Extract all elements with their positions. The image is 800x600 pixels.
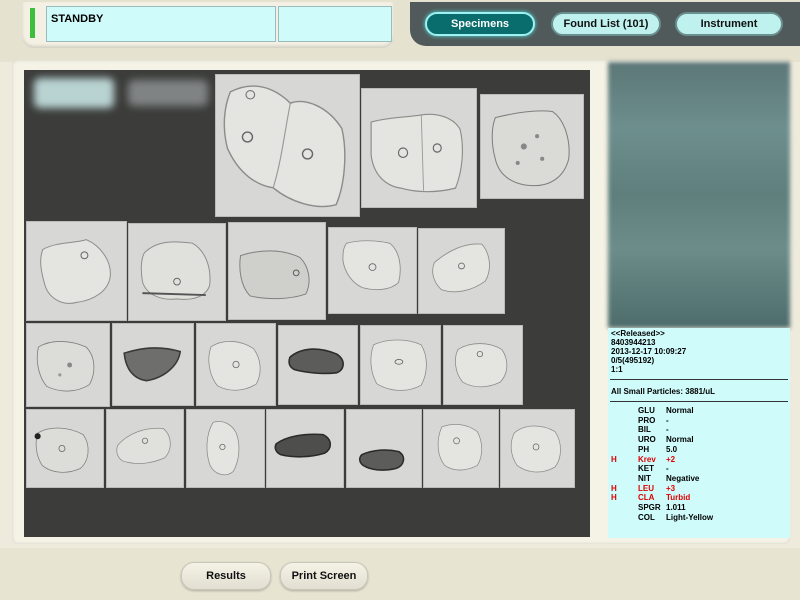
row-test-value: 1.011	[666, 503, 686, 512]
urinalysis-row: PRO -	[608, 416, 790, 426]
particle-image[interactable]	[186, 409, 265, 488]
particle-image[interactable]	[215, 74, 360, 217]
row-test-name: Krev	[638, 454, 656, 464]
urinalysis-row: BIL -	[608, 425, 790, 435]
tab-instrument[interactable]: Instrument	[675, 12, 783, 36]
row-test-value: +2	[666, 454, 676, 464]
row-flag: H	[611, 493, 617, 503]
specimen-ratio: 1:1	[611, 365, 623, 374]
status-text: STANDBY	[46, 6, 276, 42]
row-test-value: Turbid	[666, 493, 691, 503]
particle-image[interactable]	[360, 325, 441, 405]
particle-image[interactable]	[26, 323, 110, 407]
urinalysis-row: H CLA Turbid	[608, 493, 790, 503]
urinalysis-row: H LEU +3	[608, 484, 790, 494]
urinalysis-row: GLU Normal	[608, 406, 790, 416]
row-test-name: PRO	[638, 415, 656, 425]
urinalysis-row: KET -	[608, 464, 790, 474]
row-test-name: BIL	[638, 425, 651, 435]
row-test-value: Normal	[666, 406, 694, 415]
row-test-value: 5.0	[666, 444, 678, 454]
status-secondary-box	[278, 6, 392, 42]
blurred-label	[34, 78, 114, 108]
specimen-info-panel: <<Released>> 8403944213 2013-12-17 10:09…	[608, 328, 790, 538]
specimen-preview-image	[608, 62, 790, 328]
particle-image[interactable]	[196, 323, 276, 406]
particle-image[interactable]	[423, 409, 499, 488]
urinalysis-row: SPGR 1.011	[608, 503, 790, 513]
tab-specimens[interactable]: Specimens	[425, 12, 535, 36]
row-test-name: URO	[638, 435, 656, 445]
release-status: <<Released>>	[611, 329, 665, 338]
print-screen-button[interactable]: Print Screen	[280, 562, 368, 590]
row-test-value: Normal	[666, 435, 694, 445]
row-test-name: COL	[638, 512, 655, 522]
particle-image[interactable]	[346, 409, 422, 488]
divider	[610, 401, 788, 402]
row-test-value: -	[666, 464, 669, 474]
particle-image[interactable]	[328, 227, 417, 314]
status-indicator	[30, 8, 35, 38]
row-test-name: PH	[638, 444, 650, 454]
divider	[610, 379, 788, 380]
particle-image[interactable]	[418, 228, 505, 314]
bottom-bar	[0, 548, 800, 600]
urinalysis-row: URO Normal	[608, 435, 790, 445]
particle-image[interactable]	[106, 409, 184, 488]
particle-image[interactable]	[278, 325, 358, 405]
row-test-value: Negative	[666, 473, 700, 483]
row-flag: H	[611, 483, 617, 493]
particle-image[interactable]	[128, 223, 226, 321]
row-flag: H	[611, 454, 617, 464]
particle-image[interactable]	[26, 221, 127, 321]
row-test-value: -	[666, 425, 669, 435]
particle-image[interactable]	[480, 94, 584, 199]
top-bar: STANDBY Specimens Found List (101) Instr…	[0, 0, 800, 62]
particle-image[interactable]	[443, 325, 523, 405]
row-test-name: KET	[638, 464, 654, 474]
particle-image[interactable]	[500, 409, 575, 488]
particle-image[interactable]	[266, 409, 344, 488]
specimen-datetime: 2013-12-17 10:09:27	[611, 347, 687, 356]
particle-count: All Small Particles: 3881/uL	[611, 387, 716, 396]
urinalysis-row: NIT Negative	[608, 474, 790, 484]
row-test-name: NIT	[638, 473, 651, 483]
row-test-value: +3	[666, 483, 676, 493]
particle-image[interactable]	[228, 222, 326, 320]
particle-image[interactable]	[361, 88, 477, 208]
urinalysis-row: PH 5.0	[608, 445, 790, 455]
row-test-name: GLU	[638, 406, 655, 415]
urinalysis-row: COL Light-Yellow	[608, 513, 790, 523]
urinalysis-row: H Krev +2	[608, 455, 790, 465]
specimen-code: 0/5(495192)	[611, 356, 655, 365]
results-button[interactable]: Results	[181, 562, 271, 590]
row-test-value: Light-Yellow	[666, 512, 714, 522]
particle-image[interactable]	[26, 409, 104, 488]
tab-found-list[interactable]: Found List (101)	[551, 12, 661, 36]
row-test-name: SPGR	[638, 503, 661, 512]
row-test-name: CLA	[638, 493, 655, 503]
row-test-value: -	[666, 415, 669, 425]
specimen-id: 8403944213	[611, 338, 656, 347]
blurred-label	[128, 80, 208, 106]
particle-image[interactable]	[112, 323, 194, 406]
row-test-name: LEU	[638, 483, 654, 493]
